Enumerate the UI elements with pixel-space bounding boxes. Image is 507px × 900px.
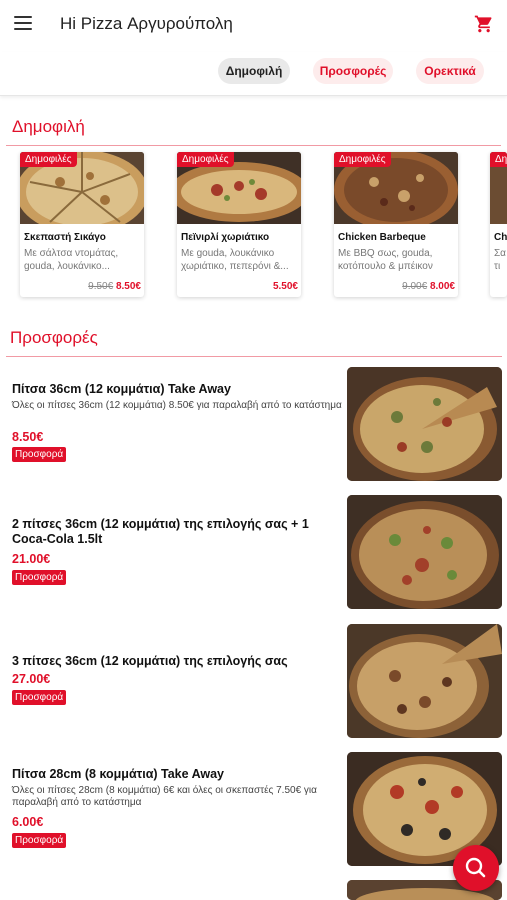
offer-description: Όλες οι πίτσες 28cm (8 κομμάτια) 6€ και …: [12, 785, 317, 808]
current-price: 8.00€: [429, 281, 455, 292]
popular-badge: Δημοφιλές: [177, 152, 234, 167]
product-name: Ch: [494, 232, 507, 243]
offer-item[interactable]: 2 πίτσες 36cm (12 κομμάτια) της επιλογής…: [0, 495, 507, 611]
offers-section-title: Προσφορές: [10, 328, 98, 347]
category-chips: Δημοφιλή Προσφορές Ορεκτικά: [0, 52, 507, 96]
offer-tag: Προσφορά: [12, 447, 67, 462]
offer-item[interactable]: Πίτσα 36cm (12 κομμάτια) Take Away Όλες …: [0, 366, 507, 482]
search-icon: [465, 857, 486, 878]
popular-divider: [6, 145, 501, 146]
product-name: Σκεπαστή Σικάγο: [24, 232, 106, 243]
shopping-cart-icon[interactable]: [474, 14, 494, 34]
popular-section-title: Δημοφιλή: [12, 117, 85, 136]
old-price: 9.50€: [88, 281, 114, 292]
chip-offers[interactable]: Προσφορές: [313, 58, 393, 84]
popular-card-peinirli[interactable]: Δημοφιλές Πεϊνιρλί χωριάτικο Με gouda, λ…: [177, 152, 301, 297]
offer-image: [347, 367, 502, 481]
offer-item-partial[interactable]: [0, 880, 507, 900]
offer-title: Πίτσα 36cm (12 κομμάτια) Take Away: [12, 382, 231, 396]
offer-tag: Προσφορά: [12, 833, 67, 848]
product-description: Με BBQ σως, gouda, κοτόπουλο & μπέικον: [338, 248, 433, 272]
popular-badge: Δημοφιλές: [20, 152, 77, 167]
popular-card-partial[interactable]: Δημοφιλές Ch Σα τι: [490, 152, 507, 297]
offer-title: 2 πίτσες 36cm (12 κομμάτια) της επιλογής…: [12, 517, 309, 546]
offers-divider: [6, 356, 502, 357]
offer-price: 21.00€: [12, 552, 51, 566]
offer-title: Πίτσα 28cm (8 κομμάτια) Take Away: [12, 767, 225, 781]
popular-card-skepasti-chicago[interactable]: Δημοφιλές Σκεπαστή Σικάγο Με σάλτσα ντομ…: [20, 152, 144, 297]
offer-description: Όλες οι πίτσες 36cm (12 κομμάτια) 8.50€ …: [12, 400, 342, 411]
popular-card-chicken-bbq[interactable]: Δημοφιλές Chicken Barbeque Με BBQ σως, g…: [334, 152, 458, 297]
product-name: Πεϊνιρλί χωριάτικο: [181, 232, 270, 243]
chip-appetizers[interactable]: Ορεκτικά: [416, 58, 484, 84]
offer-price: 8.50€: [12, 430, 44, 444]
offer-tag: Προσφορά: [12, 690, 67, 705]
page-title: Hi Pizza Αργυρούπολη: [60, 14, 233, 33]
offer-title: 3 πίτσες 36cm (12 κομμάτια) της επιλογής…: [12, 654, 288, 668]
product-price: 9.00€ 8.00€: [402, 281, 455, 292]
product-description: Με σάλτσα ντομάτας, gouda, λουκάνικο...: [24, 248, 119, 272]
product-description: Με gouda, λουκάνικο χωριάτικο, πεπερόνι …: [181, 248, 289, 272]
offer-price: 6.00€: [12, 815, 44, 829]
offer-item[interactable]: Πίτσα 28cm (8 κομμάτια) Take Away Όλες ο…: [0, 752, 507, 868]
offer-image: [347, 624, 502, 738]
popular-badge: Δημοφιλές: [334, 152, 391, 167]
chip-popular[interactable]: Δημοφιλή: [218, 58, 290, 84]
offer-tag: Προσφορά: [12, 570, 67, 585]
offer-item[interactable]: 3 πίτσες 36cm (12 κομμάτια) της επιλογής…: [0, 624, 507, 740]
current-price: 8.50€: [115, 281, 141, 292]
hamburger-menu-icon[interactable]: [14, 16, 32, 30]
old-price: 9.00€: [402, 281, 428, 292]
product-name: Chicken Barbeque: [338, 232, 426, 243]
app-bar: Hi Pizza Αργυρούπολη: [0, 0, 507, 50]
current-price: 5.50€: [272, 281, 298, 292]
product-description: Σα τι: [494, 248, 506, 272]
offer-image: [347, 495, 502, 609]
offer-price: 27.00€: [12, 672, 51, 686]
search-button[interactable]: [453, 845, 499, 891]
popular-badge: Δημοφιλές: [490, 152, 507, 167]
product-price: 5.50€: [273, 281, 298, 292]
product-price: 9.50€ 8.50€: [88, 281, 141, 292]
